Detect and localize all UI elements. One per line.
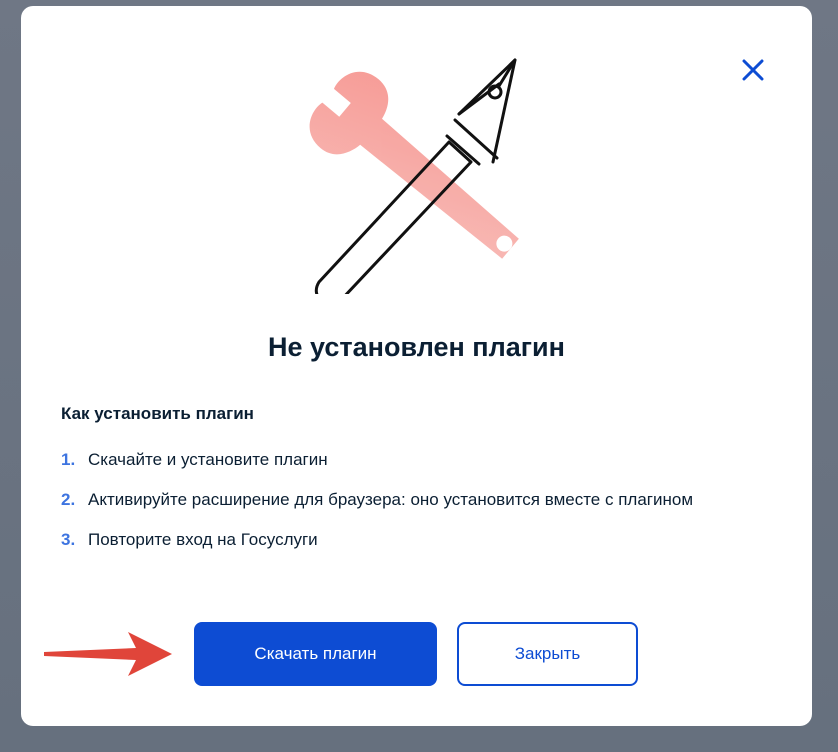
close-dialog-button[interactable]: Закрыть [457,622,638,686]
steps-list: 1. Скачайте и установите плагин 2. Актив… [61,444,721,564]
close-button[interactable] [737,54,769,86]
right-arrow-icon [44,632,172,676]
step-text: Скачайте и установите плагин [88,450,328,469]
dialog-title: Не установлен плагин [268,332,565,362]
step-item: 3. Повторите вход на Госуслуги [61,524,721,556]
step-number: 2. [61,490,76,509]
step-text: Активируйте расширение для браузера: оно… [88,490,694,509]
step-item: 2. Активируйте расширение для браузера: … [61,484,721,516]
plugin-dialog: Не установлен плагин Как установить плаг… [21,6,812,726]
download-plugin-button[interactable]: Скачать плагин [194,622,437,686]
step-number: 1. [61,450,76,469]
close-icon [742,59,764,81]
steps-heading: Как установить плагин [61,404,254,423]
step-number: 3. [61,530,76,549]
step-item: 1. Скачайте и установите плагин [61,444,721,476]
wrench-and-pen-icon [309,58,519,294]
step-text: Повторите вход на Госуслуги [88,530,318,549]
